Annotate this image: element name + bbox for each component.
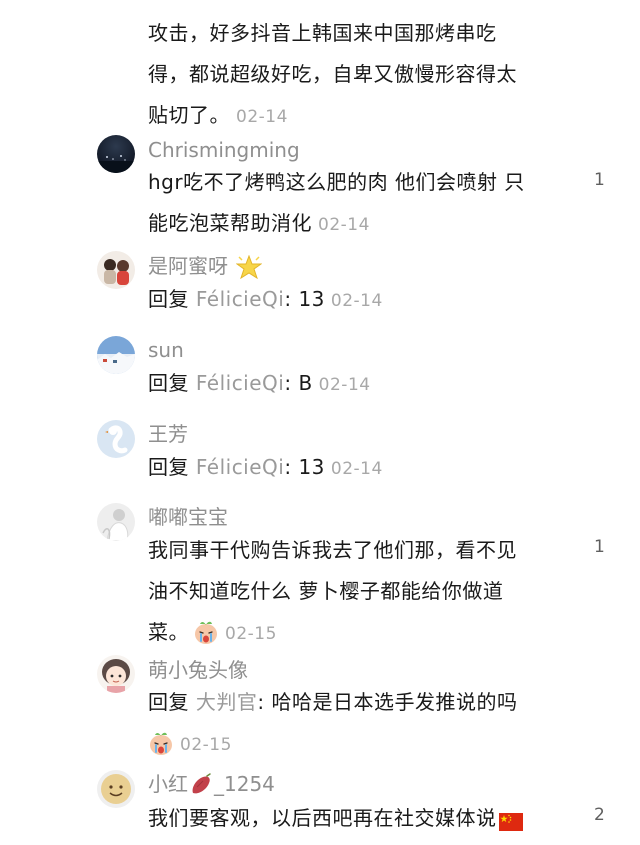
- reply-prefix: 回复: [148, 455, 189, 479]
- reply-prefix: 回复: [148, 690, 189, 714]
- avatar[interactable]: [97, 251, 135, 289]
- comment-text-line: 攻击，好多抖音上韩国来中国那烤串吃: [148, 21, 497, 45]
- reply-prefix: 回复: [148, 371, 189, 395]
- comment-time: 02-14: [330, 459, 383, 479]
- comment-time: 02-15: [180, 735, 232, 755]
- comment-text-line: 贴切了。 02-14: [148, 95, 568, 138]
- comment-username[interactable]: 王芳: [148, 422, 188, 446]
- comment-username[interactable]: Chrismingming: [148, 138, 300, 162]
- comment-text-line: 回复 FélicieQi: 13 02-14: [148, 279, 568, 322]
- comment-username[interactable]: 小红: [148, 772, 188, 796]
- comment-time: 02-14: [330, 291, 383, 311]
- comment-text-line: 回复 FélicieQi: 13 02-14: [148, 447, 568, 490]
- comment-text-line: 回复 大判官: 哈哈是日本选手发推说的吗: [148, 682, 568, 723]
- comment-text-line-content: : 13: [284, 287, 325, 311]
- comment-text: 我们要客观，以后西吧再在社交媒体说: [148, 798, 568, 845]
- comment-time: 02-15: [225, 624, 277, 644]
- comment-text-line: 菜。 02-15: [148, 612, 568, 659]
- comment-text-line: 我同事干代购告诉我去了他们那，看不见: [148, 538, 517, 562]
- reply-to-user[interactable]: 大判官: [196, 690, 258, 714]
- comment-username-suffix[interactable]: _1254: [214, 772, 275, 796]
- crying-emoji-icon: [148, 729, 174, 770]
- comment-username[interactable]: 萌小兔头像: [148, 658, 248, 682]
- comment-time: 02-14: [318, 215, 370, 235]
- comment-time: 02-14: [236, 107, 288, 127]
- comment-username[interactable]: 是阿蜜呀: [148, 254, 228, 278]
- reply-to-user[interactable]: FélicieQi: [196, 371, 284, 395]
- comment-text-line-content: 菜。: [148, 620, 189, 644]
- comment-username[interactable]: 嘟嘟宝宝: [148, 505, 228, 529]
- comment-text: 回复 FélicieQi: 13 02-14: [148, 447, 568, 490]
- comment-text-line: 油不知道吃什么 萝卜樱子都能给你做道: [148, 579, 504, 603]
- comment-text: 回复 FélicieQi: B 02-14: [148, 363, 568, 406]
- reply-to-user[interactable]: FélicieQi: [196, 287, 284, 311]
- comment-text-line-content: : 哈哈是日本选手发推说的吗: [257, 690, 518, 714]
- comment-text-line: 能吃泡菜帮助消化 02-14: [148, 203, 568, 246]
- avatar[interactable]: [97, 503, 135, 541]
- comment-text-line-content: 我们要客观，以后西吧再在社交媒体说: [148, 806, 497, 830]
- avatar[interactable]: [97, 336, 135, 374]
- comment-username[interactable]: sun: [148, 338, 184, 362]
- comment-text-line: 我们要客观，以后西吧再在社交媒体说: [148, 798, 568, 845]
- comment-text-line: 得，都说超级好吃，自卑又傲慢形容得太: [148, 62, 517, 86]
- comment-text-cut-line: [148, 0, 548, 1]
- avatar[interactable]: [97, 135, 135, 173]
- comment-time: 02-14: [318, 375, 371, 395]
- comment-text: 回复 大判官: 哈哈是日本选手发推说的吗 02-15: [148, 682, 568, 770]
- like-count[interactable]: 1: [594, 170, 605, 190]
- avatar[interactable]: [97, 655, 135, 693]
- comment-text: 我同事干代购告诉我去了他们那，看不见 油不知道吃什么 萝卜樱子都能给你做道 菜。…: [148, 530, 568, 659]
- reply-prefix: 回复: [148, 287, 189, 311]
- comment-text-line-content: 能吃泡菜帮助消化: [148, 211, 312, 235]
- comment-text-line-content: : 13: [284, 455, 325, 479]
- avatar[interactable]: [97, 770, 135, 808]
- comment-list: 攻击，好多抖音上韩国来中国那烤串吃 得，都说超级好吃，自卑又傲慢形容得太 贴切了…: [0, 0, 640, 839]
- comment-text: 回复 FélicieQi: 13 02-14: [148, 279, 568, 322]
- avatar[interactable]: [97, 420, 135, 458]
- like-count[interactable]: 2: [594, 805, 605, 825]
- comment-text: hgr吃不了烤鸭这么肥的肉 他们会喷射 只 能吃泡菜帮助消化 02-14: [148, 162, 568, 246]
- comment-text-line: 02-15: [148, 723, 568, 770]
- crying-emoji-icon: [193, 618, 219, 659]
- comment-text-line: hgr吃不了烤鸭这么肥的肉 他们会喷射 只: [148, 170, 525, 194]
- comment-text: 攻击，好多抖音上韩国来中国那烤串吃 得，都说超级好吃，自卑又傲慢形容得太 贴切了…: [148, 13, 568, 138]
- like-count[interactable]: 1: [594, 537, 605, 557]
- comment-text-line-content: 贴切了。: [148, 103, 230, 127]
- comment-text-line-content: : B: [284, 371, 313, 395]
- reply-to-user[interactable]: FélicieQi: [196, 455, 284, 479]
- comment-text-line: 回复 FélicieQi: B 02-14: [148, 363, 568, 406]
